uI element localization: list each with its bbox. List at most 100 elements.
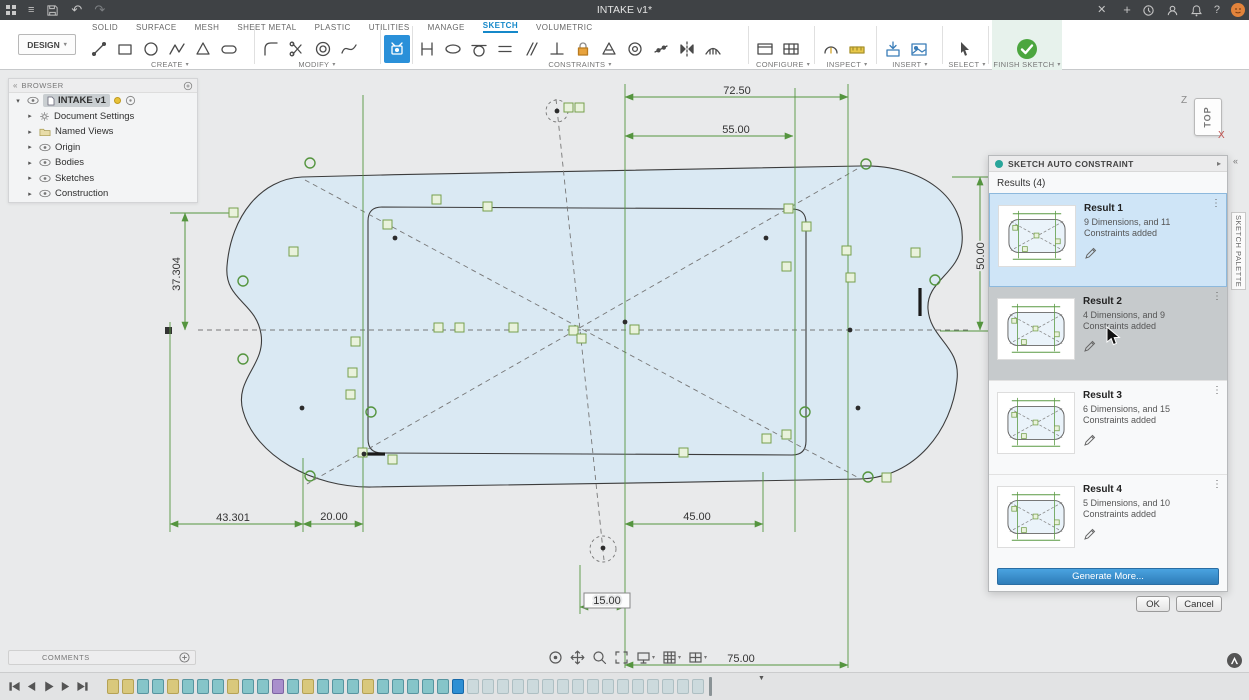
timeline-step-forward-icon[interactable] [59, 680, 72, 693]
create-group-label[interactable]: CREATE▾ [86, 59, 254, 70]
timeline-item-sketch[interactable] [332, 679, 344, 694]
timeline-scroll-marker-icon[interactable]: ▼ [758, 675, 765, 682]
browser-root-row[interactable]: ▾ INTAKE v1 [9, 93, 197, 109]
job-status-icon[interactable] [1142, 4, 1155, 17]
visibility-eye-icon[interactable] [27, 96, 39, 105]
tree-expand-icon[interactable]: ▾ [13, 97, 23, 105]
timeline-item-plane[interactable] [167, 679, 179, 694]
panel-expand-icon[interactable]: ▸ [1217, 159, 1221, 168]
timeline-item-dim[interactable] [557, 679, 569, 694]
pan-icon[interactable] [570, 650, 585, 665]
cancel-button[interactable]: Cancel [1176, 596, 1222, 612]
inspect-group-label[interactable]: INSPECT▾ [818, 59, 876, 70]
timeline-item-dim[interactable] [467, 679, 479, 694]
timeline-item-sketch[interactable] [197, 679, 209, 694]
browser-options-icon[interactable] [183, 81, 193, 91]
ok-button[interactable]: OK [1136, 596, 1170, 612]
timeline-item-sketch[interactable] [182, 679, 194, 694]
tree-collapsed-icon[interactable]: ▸ [25, 174, 35, 182]
modify-group-label[interactable]: MODIFY▾ [258, 59, 376, 70]
tree-collapsed-icon[interactable]: ▸ [25, 190, 35, 198]
user-avatar[interactable] [1231, 3, 1245, 17]
browser-item-named-views[interactable]: ▸ Named Views [9, 124, 197, 140]
browser-item-document-settings[interactable]: ▸ Document Settings [9, 109, 197, 125]
fit-view-icon[interactable] [614, 650, 629, 665]
collaboration-icon[interactable] [1166, 4, 1179, 17]
timeline-step-back-icon[interactable] [25, 680, 38, 693]
timeline-item-sketch[interactable] [437, 679, 449, 694]
notifications-bell-icon[interactable] [1190, 4, 1203, 17]
visibility-eye-icon[interactable] [39, 158, 51, 167]
edit-pencil-icon[interactable] [1083, 433, 1097, 447]
grid-snap-icon[interactable]: ▾ [662, 650, 681, 665]
timeline-item-plane[interactable] [362, 679, 374, 694]
timeline-item-sketch[interactable] [347, 679, 359, 694]
auto-constrain-active-tool-icon[interactable] [384, 35, 410, 63]
dim-43-301[interactable]: 43.301 [216, 512, 250, 524]
timeline-item-dim[interactable] [692, 679, 704, 694]
finish-sketch-group-label[interactable]: FINISH SKETCH▾ [992, 59, 1062, 70]
dim-45-00[interactable]: 45.00 [683, 511, 711, 523]
tree-collapsed-icon[interactable]: ▸ [25, 112, 35, 120]
dim-37-304[interactable]: 37.304 [171, 257, 183, 291]
timeline-item-sketch[interactable] [317, 679, 329, 694]
visibility-eye-icon[interactable] [39, 143, 51, 152]
timeline-item-dim[interactable] [602, 679, 614, 694]
orbit-icon[interactable] [548, 650, 563, 665]
ground-target-icon[interactable] [125, 95, 136, 106]
timeline-item-dim[interactable] [497, 679, 509, 694]
edit-pencil-icon[interactable] [1083, 527, 1097, 541]
timeline-item-sketch[interactable] [242, 679, 254, 694]
add-comment-icon[interactable] [179, 652, 190, 663]
timeline-item-sketch[interactable] [212, 679, 224, 694]
timeline-item-plane[interactable] [227, 679, 239, 694]
timeline-item-sketch[interactable] [257, 679, 269, 694]
timeline-go-end-icon[interactable] [76, 680, 89, 693]
select-group-label[interactable]: SELECT▾ [946, 59, 988, 70]
timeline-item-plane[interactable] [107, 679, 119, 694]
palette-collapse-icon[interactable]: « [1233, 156, 1238, 166]
timeline-item-sketch[interactable] [152, 679, 164, 694]
timeline-item-dim[interactable] [512, 679, 524, 694]
result-card[interactable]: Result 1 9 Dimensions, and 11 Constraint… [989, 193, 1227, 287]
sketch-palette-tab[interactable]: SKETCH PALETTE [1231, 212, 1246, 290]
visibility-eye-icon[interactable] [39, 189, 51, 198]
timeline-item-dim[interactable] [587, 679, 599, 694]
result-card[interactable]: Result 2 4 Dimensions, and 9 Constraints… [989, 287, 1227, 381]
timeline-item-dim[interactable] [632, 679, 644, 694]
viewports-icon[interactable]: ▾ [688, 650, 707, 665]
edit-pencil-icon[interactable] [1084, 246, 1098, 260]
tree-collapsed-icon[interactable]: ▸ [25, 143, 35, 151]
result-menu-icon[interactable]: ⋮ [1211, 198, 1221, 209]
result-menu-icon[interactable]: ⋮ [1212, 385, 1222, 396]
display-settings-icon[interactable]: ▾ [636, 650, 655, 665]
tree-collapsed-icon[interactable]: ▸ [25, 128, 35, 136]
result-menu-icon[interactable]: ⋮ [1212, 291, 1222, 302]
browser-item-bodies[interactable]: ▸ Bodies [9, 155, 197, 171]
timeline-play-icon[interactable] [42, 680, 55, 693]
help-icon[interactable]: ? [1214, 0, 1220, 20]
dim-15-00[interactable]: 15.00 [593, 595, 621, 607]
timeline-position-marker[interactable] [709, 677, 712, 696]
timeline-item-sketch[interactable] [287, 679, 299, 694]
timeline-item-sketch[interactable] [422, 679, 434, 694]
timeline-item-dim[interactable] [572, 679, 584, 694]
timeline-item-dim[interactable] [542, 679, 554, 694]
autodesk-assistant-icon[interactable] [1227, 653, 1242, 668]
browser-item-sketches[interactable]: ▸ Sketches [9, 171, 197, 187]
configure-group-label[interactable]: CONFIGURE▾ [752, 59, 814, 70]
dim-50-00[interactable]: 50.00 [975, 242, 987, 270]
timeline-item-dim[interactable] [647, 679, 659, 694]
constraints-group-label[interactable]: CONSTRAINTS▾ [414, 59, 746, 70]
timeline-item-dim[interactable] [617, 679, 629, 694]
viewcube-face-label[interactable]: TOP [1203, 106, 1213, 127]
generate-more-button[interactable]: Generate More... [997, 568, 1219, 585]
browser-item-origin[interactable]: ▸ Origin [9, 140, 197, 156]
design-workspace-dropdown[interactable]: DESIGN▾ [18, 34, 76, 55]
timeline-item-plane[interactable] [302, 679, 314, 694]
visibility-eye-icon[interactable] [39, 174, 51, 183]
auto-constraint-panel-header[interactable]: SKETCH AUTO CONSTRAINT ▸ [989, 156, 1227, 172]
new-tab-icon[interactable]: + [1123, 0, 1131, 20]
timeline-item-dim[interactable] [677, 679, 689, 694]
browser-collapse-icon[interactable]: « [13, 81, 17, 90]
